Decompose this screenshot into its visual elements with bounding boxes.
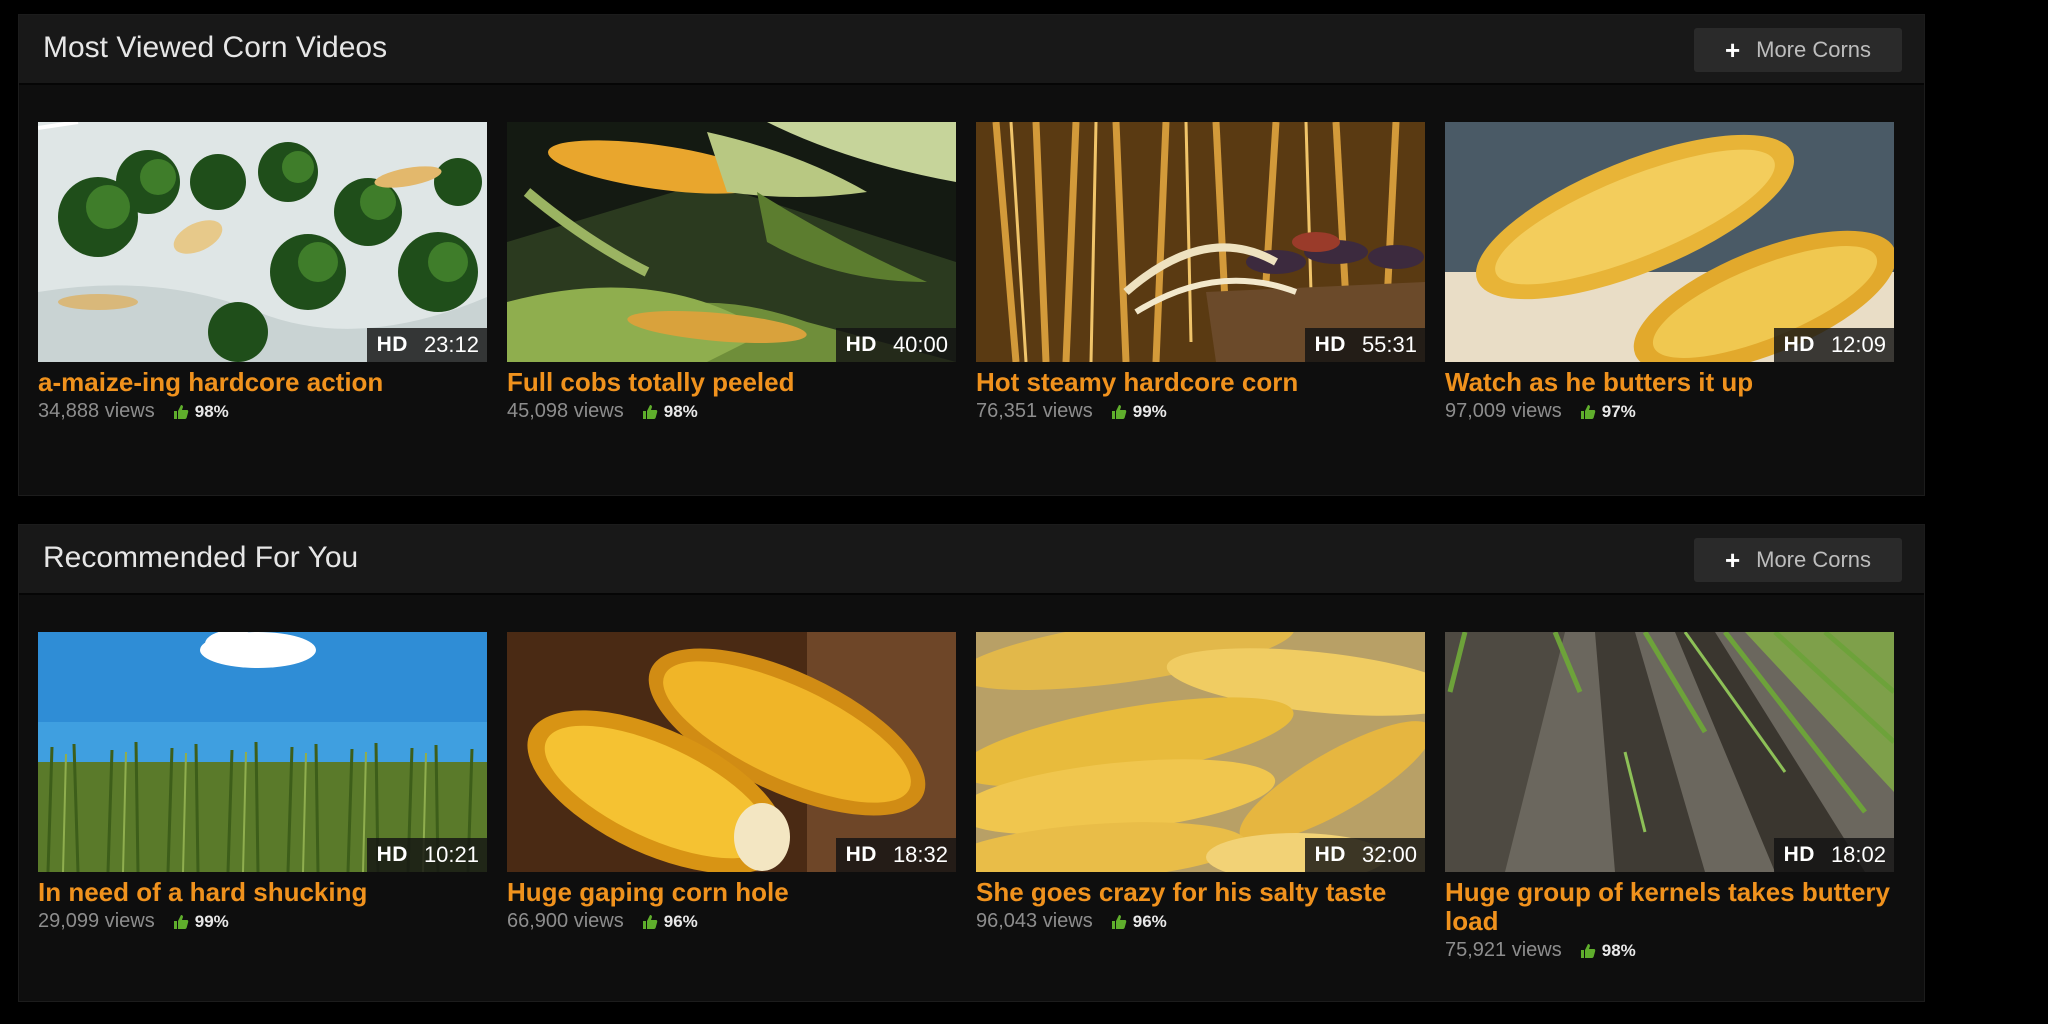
video-title[interactable]: Full cobs totally peeled — [507, 368, 956, 397]
video-title[interactable]: She goes crazy for his salty taste — [976, 878, 1425, 907]
view-count: 75,921 views — [1445, 939, 1562, 961]
video-meta: 66,900 views 96% — [507, 910, 956, 933]
rating-percent: 97% — [1601, 401, 1636, 421]
video-thumbnail[interactable]: HD 10:21 — [38, 632, 487, 872]
video-thumbnail[interactable]: HD 32:00 — [976, 632, 1425, 872]
video-title[interactable]: Hot steamy hardcore corn — [976, 368, 1425, 397]
duration-badge: HD 10:21 — [366, 838, 487, 872]
section-header: Recommended For You + More Corns — [19, 525, 1924, 595]
video-grid: HD 23:12 a-maize-ing hardcore action 34,… — [38, 122, 1894, 423]
duration: 12:09 — [1830, 332, 1886, 357]
video-meta: 96,043 views 96% — [976, 910, 1425, 933]
recommended-section: Recommended For You + More Corns HD 10:2… — [18, 524, 1925, 1002]
view-count: 34,888 views — [38, 400, 155, 422]
duration: 10:21 — [423, 842, 479, 867]
video-card: HD 40:00 Full cobs totally peeled 45,098… — [507, 122, 956, 423]
video-title[interactable]: In need of a hard shucking — [38, 878, 487, 907]
video-card: HD 10:21 In need of a hard shucking 29,0… — [38, 632, 487, 962]
duration-badge: HD 23:12 — [366, 328, 487, 362]
video-thumbnail[interactable]: HD 23:12 — [38, 122, 487, 362]
duration: 18:32 — [892, 842, 948, 867]
video-meta: 75,921 views 98% — [1445, 939, 1894, 962]
more-corns-label: More Corns — [1756, 37, 1872, 62]
video-card: HD 18:32 Huge gaping corn hole 66,900 vi… — [507, 632, 956, 962]
video-meta: 76,351 views 99% — [976, 400, 1425, 423]
rating-percent: 96% — [1132, 911, 1167, 931]
rating-percent: 99% — [194, 911, 229, 931]
hd-label: HD — [376, 843, 408, 866]
video-title[interactable]: Huge group of kernels takes buttery load — [1445, 878, 1894, 936]
section-title: Most Viewed Corn Videos — [43, 31, 388, 64]
video-title[interactable]: Watch as he butters it up — [1445, 368, 1894, 397]
video-meta: 45,098 views 98% — [507, 400, 956, 423]
video-card: HD 18:02 Huge group of kernels takes but… — [1445, 632, 1894, 962]
view-count: 97,009 views — [1445, 400, 1562, 422]
view-count: 76,351 views — [976, 400, 1093, 422]
hd-label: HD — [376, 333, 408, 356]
video-title[interactable]: a-maize-ing hardcore action — [38, 368, 487, 397]
hd-label: HD — [1783, 333, 1815, 356]
video-card: HD 23:12 a-maize-ing hardcore action 34,… — [38, 122, 487, 423]
view-count: 66,900 views — [507, 910, 624, 932]
rating-percent: 99% — [1132, 401, 1167, 421]
more-corns-button[interactable]: + More Corns — [1694, 28, 1902, 72]
duration-badge: HD 40:00 — [835, 328, 956, 362]
video-thumbnail[interactable]: HD 18:32 — [507, 632, 956, 872]
video-thumbnail[interactable]: HD 12:09 — [1445, 122, 1894, 362]
hd-label: HD — [1783, 843, 1815, 866]
video-meta: 34,888 views 98% — [38, 400, 487, 423]
page: Most Viewed Corn Videos + More Corns HD … — [0, 0, 2048, 1024]
rating-percent: 96% — [663, 911, 698, 931]
thumbs-up-icon — [642, 914, 658, 929]
thumbs-up-icon — [173, 914, 189, 929]
duration: 40:00 — [892, 332, 948, 357]
video-card: HD 12:09 Watch as he butters it up 97,00… — [1445, 122, 1894, 423]
plus-icon: + — [1724, 545, 1741, 575]
hd-label: HD — [1314, 843, 1346, 866]
video-thumbnail[interactable]: HD 55:31 — [976, 122, 1425, 362]
rating-percent: 98% — [194, 401, 229, 421]
more-corns-button[interactable]: + More Corns — [1694, 538, 1902, 582]
view-count: 45,098 views — [507, 400, 624, 422]
hd-label: HD — [1314, 333, 1346, 356]
duration-badge: HD 55:31 — [1304, 328, 1425, 362]
thumbs-up-icon — [1580, 404, 1596, 419]
video-thumbnail[interactable]: HD 18:02 — [1445, 632, 1894, 872]
section-header: Most Viewed Corn Videos + More Corns — [19, 15, 1924, 85]
duration: 55:31 — [1361, 332, 1417, 357]
video-card: HD 55:31 Hot steamy hardcore corn 76,351… — [976, 122, 1425, 423]
video-thumbnail[interactable]: HD 40:00 — [507, 122, 956, 362]
duration-badge: HD 12:09 — [1773, 328, 1894, 362]
rating-percent: 98% — [663, 401, 698, 421]
duration: 23:12 — [423, 332, 479, 357]
more-corns-label: More Corns — [1756, 547, 1872, 572]
thumbs-up-icon — [173, 404, 189, 419]
video-meta: 29,099 views 99% — [38, 910, 487, 933]
duration: 18:02 — [1830, 842, 1886, 867]
section-title: Recommended For You — [43, 541, 359, 574]
video-meta: 97,009 views 97% — [1445, 400, 1894, 423]
video-grid: HD 10:21 In need of a hard shucking 29,0… — [38, 632, 1894, 962]
most-viewed-section: Most Viewed Corn Videos + More Corns HD … — [18, 14, 1925, 496]
view-count: 29,099 views — [38, 910, 155, 932]
hd-label: HD — [845, 843, 877, 866]
thumbs-up-icon — [642, 404, 658, 419]
video-title[interactable]: Huge gaping corn hole — [507, 878, 956, 907]
thumbs-up-icon — [1111, 914, 1127, 929]
duration-badge: HD 18:02 — [1773, 838, 1894, 872]
duration: 32:00 — [1361, 842, 1417, 867]
duration-badge: HD 18:32 — [835, 838, 956, 872]
thumbs-up-icon — [1580, 943, 1596, 958]
duration-badge: HD 32:00 — [1304, 838, 1425, 872]
thumbs-up-icon — [1111, 404, 1127, 419]
hd-label: HD — [845, 333, 877, 356]
plus-icon: + — [1724, 35, 1741, 65]
rating-percent: 98% — [1601, 940, 1636, 960]
video-card: HD 32:00 She goes crazy for his salty ta… — [976, 632, 1425, 962]
view-count: 96,043 views — [976, 910, 1093, 932]
